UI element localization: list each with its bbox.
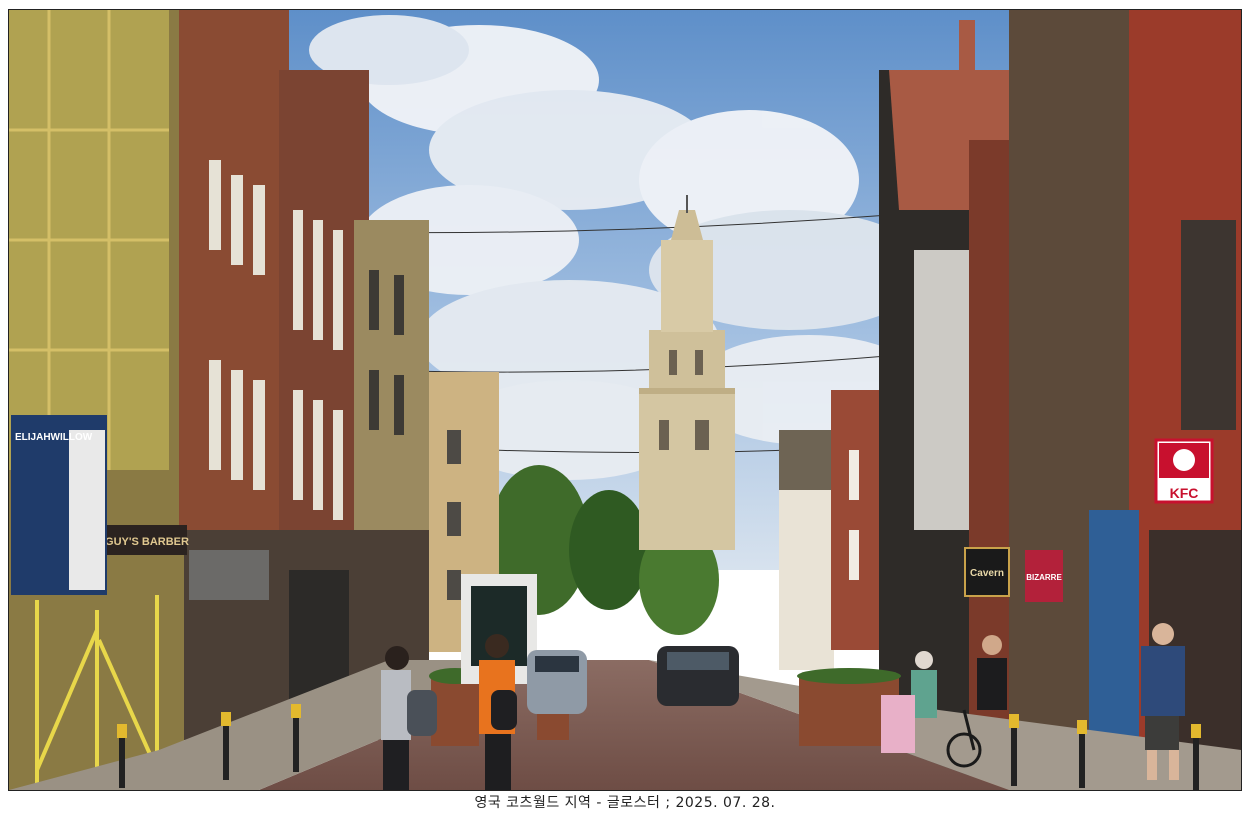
guys-barber-sign: GUY'S BARBER (105, 525, 189, 555)
photo-frame: GUY'S BARBER ELIJAHWILLOW KFC BIZARRE Ca… (8, 9, 1242, 791)
cavern-text: Cavern (970, 568, 1004, 579)
bizarre-sign: BIZARRE (1025, 550, 1063, 602)
kfc-text: KFC (1170, 485, 1199, 501)
elijah-willow-banner: ELIJAHWILLOW (11, 415, 107, 595)
guys-barber-text: GUY'S BARBER (105, 536, 189, 548)
elijah-banner-text: ELIJAHWILLOW (15, 432, 93, 443)
street-scene-photo: GUY'S BARBER ELIJAHWILLOW KFC BIZARRE Ca… (9, 10, 1241, 790)
pink-a-board (881, 695, 915, 753)
photo-caption: 영국 코츠월드 지역 - 글로스터 ; 2025. 07. 28. (474, 795, 776, 811)
bizarre-text: BIZARRE (1026, 573, 1062, 582)
cavern-sign: Cavern (964, 547, 1010, 597)
sandstone-windows (447, 430, 461, 600)
kfc-sign: KFC (1154, 438, 1214, 504)
